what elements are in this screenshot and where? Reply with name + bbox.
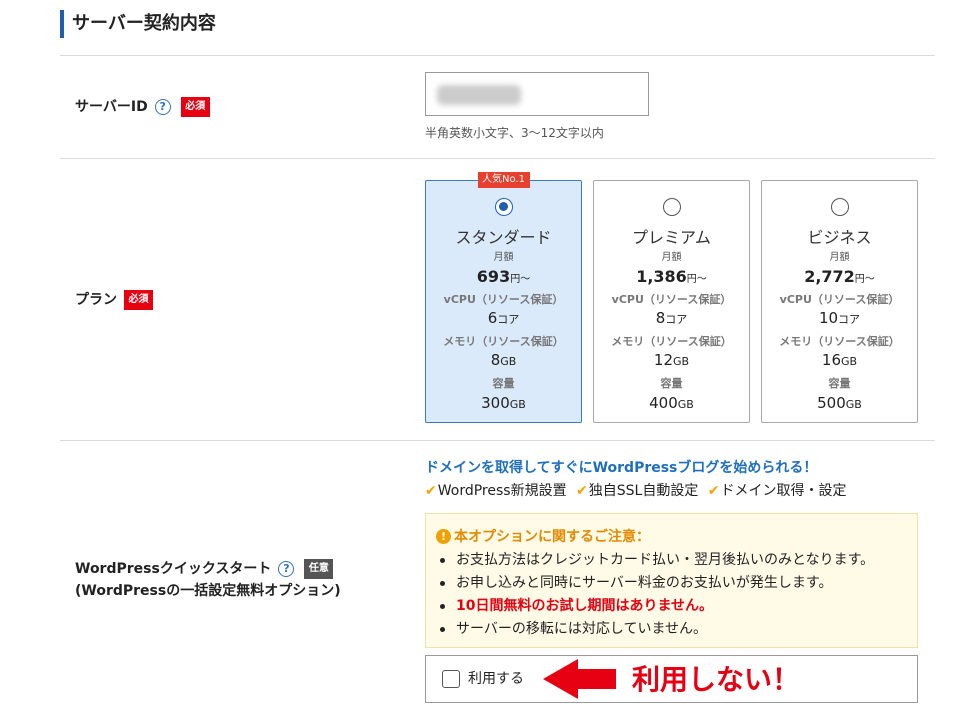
plan-radio[interactable] [830, 198, 849, 216]
memory-value: 16GB [821, 351, 858, 369]
feature-text: WordPress新規設置 [437, 483, 567, 499]
exclamation-circle-icon [436, 528, 451, 544]
annotation-text: 利用しない！ [632, 663, 801, 696]
notice-title-text: 本オプションに関するご注意： [454, 529, 650, 545]
notice-item: お支払方法はクレジットカード払い・翌月後払いのみとなります。 [426, 549, 874, 572]
plan-name: スタンダード [455, 228, 552, 247]
storage-value: 500GB [817, 394, 862, 412]
feature-item: ドメイン取得・設定 [708, 483, 847, 499]
divider [60, 55, 935, 56]
vcpu-value: 10コア [818, 309, 861, 327]
question-circle-icon[interactable] [154, 99, 171, 115]
red-left-arrow-icon [543, 659, 616, 699]
vcpu-value: 6コア [487, 309, 520, 327]
divider [60, 440, 935, 441]
price-label: 月額 [493, 252, 514, 263]
use-checkbox-label[interactable]: 利用する [468, 669, 524, 689]
feature-text: 独自SSL自動設定 [588, 483, 699, 499]
notice-list: お支払方法はクレジットカード払い・翌月後払いのみとなります。 お申し込みと同時に… [426, 549, 874, 641]
quickstart-promo: ドメインを取得してすぐにWordPressブログを始められる！ [425, 460, 818, 476]
memory-label: メモリ（リソース保証） [779, 335, 900, 348]
price-label: 月額 [829, 252, 850, 263]
server-id-label-group: サーバーID 必須 [75, 97, 210, 117]
plan-radio[interactable] [494, 198, 513, 216]
feature-item: WordPress新規設置 [425, 483, 567, 499]
check-icon [425, 483, 437, 499]
feature-item: 独自SSL自動設定 [576, 483, 698, 499]
popular-badge: 人気No.1 [477, 172, 530, 188]
storage-label: 容量 [660, 377, 683, 390]
server-id-label: サーバーID [75, 99, 148, 115]
notice-item: 10日間無料のお試し期間はありません。 [426, 595, 874, 618]
plan-name: プレミアム [632, 228, 711, 247]
check-icon [576, 483, 588, 499]
price-label: 月額 [661, 252, 682, 263]
storage-label: 容量 [492, 377, 515, 390]
plan-radio[interactable] [662, 198, 681, 216]
vcpu-label: vCPU（リソース保証） [611, 293, 732, 306]
plan-card-business[interactable]: ビジネス 月額 2,772円〜 vCPU（リソース保証） 10コア メモリ（リソ… [761, 180, 918, 423]
check-icon [708, 483, 720, 499]
plan-price: 2,772円〜 [804, 267, 875, 286]
notice-title: 本オプションに関するご注意： [436, 526, 650, 546]
memory-label: メモリ（リソース保証） [611, 335, 732, 348]
memory-value: 12GB [653, 351, 690, 369]
required-badge: 必須 [124, 290, 153, 310]
plan-card-premium[interactable]: プレミアム 月額 1,386円〜 vCPU（リソース保証） 8コア メモリ（リソ… [593, 180, 750, 423]
section-accent-bar [60, 10, 64, 38]
quickstart-label: WordPressクイックスタート [75, 561, 272, 577]
plan-label: プラン [75, 292, 117, 308]
feature-list: WordPress新規設置 独自SSL自動設定 ドメイン取得・設定 [425, 481, 852, 501]
server-id-hint: 半角英数小文字、3〜12文字以内 [425, 126, 604, 140]
feature-text: ドメイン取得・設定 [720, 483, 847, 499]
required-badge: 必須 [180, 97, 210, 117]
divider [60, 158, 935, 159]
quickstart-label-group: WordPressクイックスタート 任意 [75, 559, 334, 579]
question-circle-icon[interactable] [278, 561, 295, 577]
quickstart-sublabel: (WordPressの一括設定無料オプション) [75, 583, 341, 599]
use-checkbox[interactable] [442, 670, 460, 688]
plan-price: 1,386円〜 [636, 267, 707, 286]
plan-price: 693円〜 [476, 267, 531, 286]
memory-label: メモリ（リソース保証） [443, 335, 564, 348]
plan-name: ビジネス [807, 228, 872, 247]
vcpu-value: 8コア [655, 309, 688, 327]
server-id-input[interactable] [425, 72, 649, 116]
notice-item: お申し込みと同時にサーバー料金のお支払いが発生します。 [426, 572, 874, 595]
storage-value: 400GB [649, 394, 694, 412]
storage-value: 300GB [481, 394, 526, 412]
notice-item: サーバーの移転には対応していません。 [426, 618, 874, 641]
plan-card-standard[interactable]: 人気No.1 スタンダード 月額 693円〜 vCPU（リソース保証） 6コア … [425, 172, 582, 423]
notice-box: 本オプションに関するご注意： お支払方法はクレジットカード払い・翌月後払いのみと… [425, 513, 918, 648]
storage-label: 容量 [828, 377, 851, 390]
plan-label-group: プラン 必須 [75, 290, 153, 310]
section-title: サーバー契約内容 [72, 13, 216, 34]
redacted-value [437, 85, 521, 105]
vcpu-label: vCPU（リソース保証） [443, 293, 564, 306]
memory-value: 8GB [490, 351, 517, 369]
optional-badge: 任意 [304, 559, 334, 579]
vcpu-label: vCPU（リソース保証） [779, 293, 900, 306]
